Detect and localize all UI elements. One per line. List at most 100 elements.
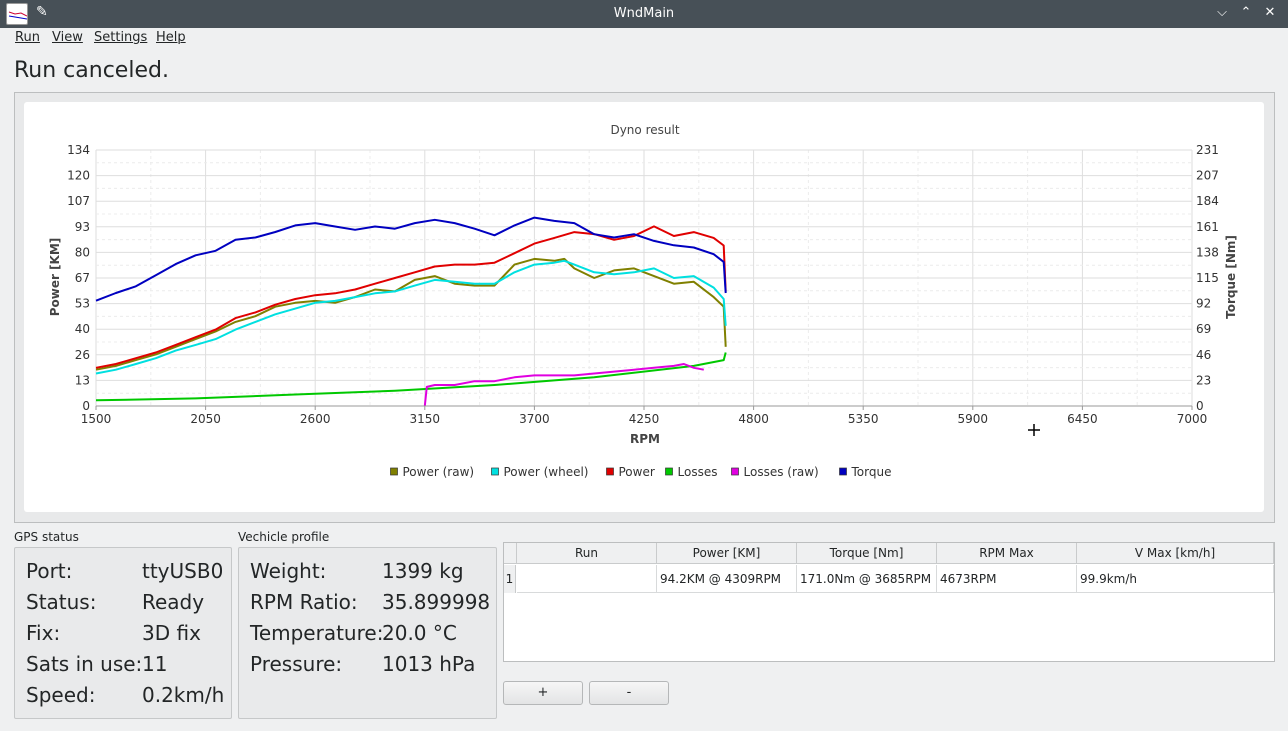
y-tick-label: 134 [67, 143, 90, 157]
x-tick-label: 3700 [519, 412, 550, 426]
column-header-v-max[interactable]: V Max [km/h] [1077, 543, 1274, 564]
add-run-button[interactable]: + [503, 681, 583, 705]
menu-bar: Run View Settings Help [0, 28, 1288, 48]
legend-label: Power [619, 465, 655, 479]
remove-run-button[interactable]: - [589, 681, 669, 705]
profile-label: Temperature: [250, 621, 384, 645]
run-status-text: Run canceled. [14, 58, 169, 83]
legend-swatch [839, 467, 847, 476]
table-cell[interactable]: 171.0Nm @ 3685RPM [797, 565, 937, 593]
gps-label: Fix: [26, 621, 61, 645]
column-header-torque[interactable]: Torque [Nm] [797, 543, 937, 564]
y2-axis-label: Torque [Nm] [1224, 235, 1238, 319]
legend-swatch [731, 467, 739, 476]
y-tick-label: 120 [67, 169, 90, 183]
series-line-power-raw [95, 257, 727, 371]
menu-view[interactable]: View [52, 30, 83, 45]
legend-label: Power (raw) [403, 465, 475, 479]
y2-tick-label: 92 [1196, 297, 1211, 311]
y2-tick-label: 207 [1196, 169, 1219, 183]
legend-swatch [491, 467, 499, 476]
column-header-rpm-max[interactable]: RPM Max [937, 543, 1077, 564]
profile-label: Weight: [250, 559, 327, 583]
gps-label: Status: [26, 590, 97, 614]
y-tick-label: 53 [75, 297, 90, 311]
profile-value: 35.899998 [382, 590, 491, 614]
table-cell[interactable] [517, 565, 657, 593]
y-tick-label: 93 [75, 220, 90, 234]
x-tick-label: 6450 [1067, 412, 1098, 426]
y2-tick-label: 115 [1196, 271, 1219, 285]
gps-label: Speed: [26, 683, 96, 707]
table-cell[interactable]: 4673RPM [937, 565, 1077, 593]
gps-value: Ready [142, 590, 205, 614]
column-header-run[interactable]: Run [517, 543, 657, 564]
gps-value: 11 [142, 652, 168, 676]
x-tick-label: 5350 [848, 412, 879, 426]
y-axis-label: Power [KM] [48, 238, 62, 317]
y2-tick-label: 231 [1196, 143, 1219, 157]
x-tick-label: 2050 [190, 412, 221, 426]
y2-tick-label: 23 [1196, 373, 1211, 387]
profile-value: 1013 hPa [382, 652, 476, 676]
menu-run[interactable]: Run [15, 30, 40, 45]
gps-value: 3D fix [142, 621, 201, 645]
profile-label: RPM Ratio: [250, 590, 358, 614]
runs-table[interactable]: Run Power [KM] Torque [Nm] RPM Max V Max… [503, 542, 1275, 662]
y2-tick-label: 46 [1196, 348, 1211, 362]
legend-label: Torque [851, 465, 892, 479]
gps-value: 0.2km/h [142, 683, 225, 707]
gps-label: Sats in use: [26, 652, 143, 676]
legend-swatch [390, 467, 398, 476]
y2-tick-label: 0 [1196, 399, 1204, 413]
y-tick-label: 40 [75, 322, 90, 336]
y-tick-label: 13 [75, 373, 90, 387]
table-corner [504, 543, 517, 564]
gps-label: Port: [26, 559, 73, 583]
x-tick-label: 2600 [300, 412, 331, 426]
x-tick-label: 1500 [81, 412, 112, 426]
legend-label: Power (wheel) [504, 465, 589, 479]
legend-label: Losses (raw) [744, 465, 819, 479]
window-title: WndMain [613, 6, 675, 21]
chart-series [95, 216, 727, 407]
close-button[interactable]: ✕ [1260, 3, 1280, 23]
y-tick-label: 26 [75, 348, 90, 362]
x-tick-label: 7000 [1177, 412, 1208, 426]
y-tick-label: 80 [75, 245, 90, 259]
profile-label: Pressure: [250, 652, 343, 676]
gps-status-title: GPS status [14, 530, 79, 544]
chart-axes: 1500 2050 2600 3150 3700 4250 4800 5350 5900 6450… [67, 143, 1219, 426]
legend-swatch [665, 467, 673, 476]
x-axis-label: RPM [630, 432, 660, 446]
y-tick-label: 67 [75, 271, 90, 285]
column-header-power[interactable]: Power [KM] [657, 543, 797, 564]
legend-swatch [606, 467, 614, 476]
profile-value: 20.0 °C [382, 621, 457, 645]
crosshair-cursor-icon [1028, 424, 1040, 436]
vehicle-profile-title: Vechicle profile [238, 530, 330, 544]
minimize-button[interactable]: ⌵ [1212, 3, 1232, 23]
series-line-torque [95, 216, 727, 302]
title-bar: ✎ WndMain ⌵ ⌃ ✕ [0, 0, 1288, 28]
table-cell[interactable]: 94.2KM @ 4309RPM [657, 565, 797, 593]
y-tick-label: 107 [67, 194, 90, 208]
dyno-chart[interactable]: 1500 2050 2600 3150 3700 4250 4800 5350 5900 6450… [24, 102, 1264, 512]
row-header[interactable]: 1 [504, 565, 516, 593]
y2-tick-label: 184 [1196, 194, 1219, 208]
profile-value: 1399 kg [382, 559, 464, 583]
y2-tick-label: 69 [1196, 322, 1211, 336]
chart-legend: Power (raw) Power (wheel) Power Losses Losse… [390, 465, 892, 479]
chart-title: Dyno result [610, 123, 679, 137]
chart-grid [95, 149, 1193, 407]
x-tick-label: 3150 [410, 412, 441, 426]
y-tick-label: 0 [82, 399, 90, 413]
maximize-button[interactable]: ⌃ [1236, 3, 1256, 23]
legend-label: Losses [678, 465, 718, 479]
menu-help[interactable]: Help [156, 30, 186, 45]
table-cell[interactable]: 99.9km/h [1077, 565, 1274, 593]
x-tick-label: 4250 [629, 412, 660, 426]
x-tick-label: 4800 [738, 412, 769, 426]
menu-settings[interactable]: Settings [94, 30, 147, 45]
x-tick-label: 5900 [958, 412, 989, 426]
